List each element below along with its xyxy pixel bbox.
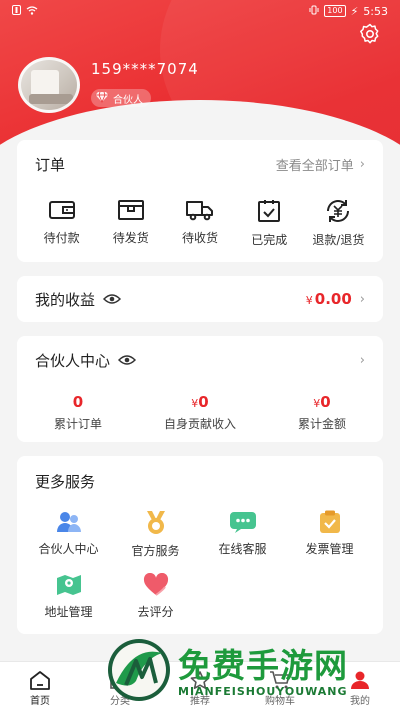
- stat-total-orders: 0 累计订单: [53, 393, 102, 431]
- order-item-label: 待付款: [43, 231, 80, 245]
- chat-icon: [229, 512, 256, 533]
- charging-icon: ⚡: [350, 4, 359, 18]
- service-rate[interactable]: 去评分: [112, 573, 199, 620]
- battery-indicator: 100: [324, 5, 346, 17]
- income-amount: ¥0.00: [305, 290, 352, 308]
- service-invoice[interactable]: 发票管理: [286, 510, 373, 559]
- service-label: 官方服务: [131, 544, 180, 558]
- tab-label: 我的: [350, 696, 370, 707]
- tab-category[interactable]: 分类: [85, 670, 155, 707]
- tab-mine[interactable]: 我的: [325, 670, 395, 707]
- partner-icon: [56, 512, 81, 532]
- eye-icon[interactable]: [117, 351, 137, 370]
- service-official[interactable]: 官方服务: [112, 510, 199, 559]
- orders-card: 订单 查看全部订单 › 待付款 待发货 待收货 已完成 退款/退货: [17, 140, 383, 262]
- partner-badge-label: 合伙人: [113, 94, 143, 106]
- map-icon: [56, 575, 81, 595]
- more-services-card: 更多服务 合伙人中心 官方服务 在线客服 发票管理 地址管理 去评分: [17, 456, 383, 634]
- order-item-label: 退款/退货: [312, 233, 365, 247]
- service-partner-center[interactable]: 合伙人中心: [25, 510, 112, 559]
- tab-label: 首页: [30, 696, 50, 707]
- chevron-right-icon: ›: [359, 353, 365, 368]
- more-services-title: 更多服务: [35, 473, 96, 491]
- service-label: 在线客服: [218, 542, 267, 556]
- eye-icon[interactable]: [102, 290, 122, 309]
- refund-icon: [327, 200, 350, 222]
- invoice-icon: [319, 510, 340, 533]
- truck-icon: [186, 201, 213, 221]
- notification-icon: [12, 4, 21, 18]
- chevron-right-icon: ›: [359, 157, 365, 172]
- wallet-icon: [48, 201, 75, 219]
- tab-label: 推荐: [190, 696, 210, 707]
- service-online-support[interactable]: 在线客服: [199, 510, 286, 559]
- home-icon: [30, 671, 50, 690]
- recommend-icon: [190, 671, 210, 689]
- package-icon: [117, 200, 144, 220]
- tab-recommend[interactable]: 推荐: [165, 670, 235, 707]
- status-time: 5:53: [363, 4, 388, 18]
- tab-cart[interactable]: 购物车: [245, 670, 315, 707]
- clipboard-check-icon: [258, 200, 281, 222]
- income-card[interactable]: 我的收益 ¥0.00 ›: [17, 276, 383, 322]
- medal-icon: [146, 511, 165, 534]
- cart-icon: [270, 671, 290, 689]
- partner-center-card[interactable]: 合伙人中心 › 0 累计订单 ¥0 自身贡献收入 ¥0 累计金额: [17, 336, 383, 442]
- view-all-orders-link[interactable]: 查看全部订单 ›: [276, 155, 365, 174]
- income-title: 我的收益: [35, 290, 96, 309]
- diamond-icon: [95, 91, 109, 106]
- heart-icon: [143, 573, 168, 596]
- service-label: 发票管理: [305, 542, 354, 556]
- service-address[interactable]: 地址管理: [25, 573, 112, 620]
- tab-home[interactable]: 首页: [5, 670, 75, 707]
- order-item-label: 待发货: [112, 231, 149, 245]
- vibrate-icon: [309, 5, 319, 18]
- stat-self-income: ¥0 自身贡献收入: [163, 393, 236, 431]
- order-pending-shipment[interactable]: 待发货: [96, 199, 165, 248]
- chevron-right-icon: ›: [359, 291, 365, 307]
- service-label: 合伙人中心: [38, 542, 99, 556]
- order-pending-payment[interactable]: 待付款: [27, 199, 96, 248]
- category-icon: [110, 671, 130, 689]
- bottom-tab-bar: 首页 分类 推荐 购物车 我的: [0, 661, 400, 711]
- partner-badge: 合伙人: [91, 89, 151, 107]
- partner-center-title: 合伙人中心: [35, 352, 111, 370]
- gear-icon[interactable]: [358, 22, 382, 46]
- user-icon: [351, 671, 369, 689]
- view-all-orders-label: 查看全部订单: [275, 159, 354, 174]
- tab-label: 购物车: [265, 696, 295, 707]
- user-phone: 159****7074: [91, 60, 199, 78]
- stat-total-amount: ¥0 累计金额: [297, 393, 346, 431]
- avatar[interactable]: [18, 57, 80, 113]
- wifi-icon: [26, 5, 38, 18]
- status-bar: 100 ⚡ 5:53: [0, 0, 400, 22]
- order-pending-receipt[interactable]: 待收货: [165, 199, 234, 248]
- order-item-label: 已完成: [251, 233, 288, 247]
- service-label: 地址管理: [44, 605, 93, 619]
- order-item-label: 待收货: [182, 231, 219, 245]
- order-completed[interactable]: 已完成: [235, 199, 304, 248]
- service-label: 去评分: [137, 605, 174, 619]
- tab-label: 分类: [110, 696, 130, 707]
- orders-title: 订单: [35, 156, 66, 174]
- order-refund[interactable]: 退款/退货: [304, 199, 373, 248]
